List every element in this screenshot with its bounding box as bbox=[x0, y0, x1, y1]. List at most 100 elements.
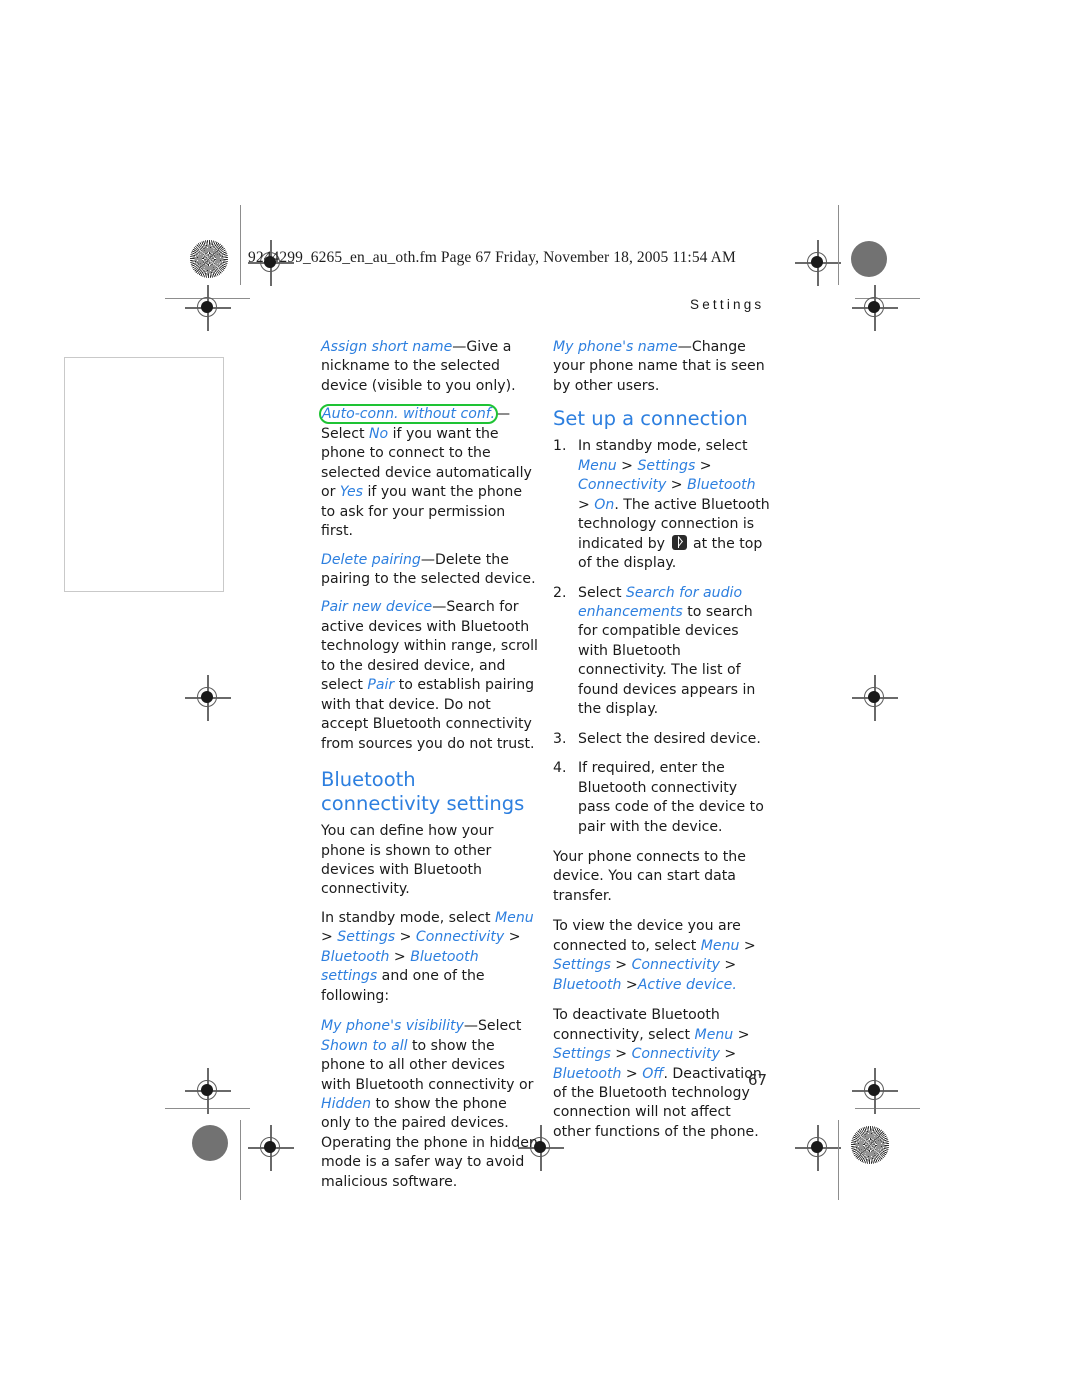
step4-text: If required, enter the Bluetooth connect… bbox=[578, 760, 764, 835]
step1-lead: In standby mode, select bbox=[578, 438, 748, 455]
file-slug-line: 9244299_6265_en_au_oth.fm Page 67 Friday… bbox=[248, 249, 736, 266]
left-text-column: Assign short name—Give a nickname to the… bbox=[319, 338, 539, 1203]
density-patch-top-right bbox=[851, 241, 887, 277]
registration-mark-middle-left bbox=[185, 675, 231, 721]
para-my-phones-name: My phone's name—Change your phone name t… bbox=[553, 338, 771, 396]
deact-sep4: > bbox=[621, 1065, 643, 1082]
deact-settings: Settings bbox=[553, 1046, 611, 1063]
crop-rule-top-right-vertical bbox=[838, 205, 840, 285]
visibility-value-shown-to-all: Shown to all bbox=[321, 1037, 408, 1054]
nav-sep1: > bbox=[321, 929, 338, 946]
step1-sep4: > bbox=[578, 496, 595, 513]
step-number-2: 2. bbox=[553, 584, 567, 601]
deact-bluetooth: Bluetooth bbox=[553, 1065, 622, 1082]
nav-sep3: > bbox=[504, 929, 521, 946]
step3-text: Select the desired device. bbox=[578, 730, 761, 747]
margin-placeholder-box bbox=[64, 357, 224, 592]
deact-off: Off bbox=[642, 1065, 664, 1082]
star-target-top-left bbox=[190, 240, 228, 278]
view-active-device: Active device bbox=[637, 976, 733, 993]
registration-mark-bottom-left bbox=[248, 1125, 294, 1171]
step-item-3: 3. Select the desired device. bbox=[553, 730, 771, 749]
pair-new-value-pair: Pair bbox=[367, 677, 395, 694]
visibility-value-hidden: Hidden bbox=[321, 1095, 372, 1112]
step1-menu: Menu bbox=[578, 457, 617, 474]
para-bluetooth-settings-intro: You can define how your phone is shown t… bbox=[321, 823, 494, 898]
para-my-phones-visibility: My phone's visibility—Select Shown to al… bbox=[321, 1017, 539, 1192]
crop-rule-bottom-left-vertical bbox=[240, 1120, 242, 1200]
registration-mark-upper-left bbox=[185, 285, 231, 331]
para-deactivate-bluetooth: To deactivate Bluetooth connectivity, se… bbox=[553, 1006, 771, 1142]
term-my-phones-visibility: My phone's visibility bbox=[321, 1018, 464, 1035]
registration-mark-upper-right bbox=[852, 285, 898, 331]
term-assign-short-name: Assign short name bbox=[321, 339, 453, 355]
registration-mark-middle-right bbox=[852, 675, 898, 721]
document-page: 9244299_6265_en_au_oth.fm Page 67 Friday… bbox=[0, 0, 1080, 1397]
heading-bluetooth-connectivity-settings: Bluetooth connectivity settings bbox=[321, 768, 525, 816]
step1-bluetooth: Bluetooth bbox=[687, 477, 756, 494]
right-text-column: My phone's name—Change your phone name t… bbox=[553, 338, 771, 1153]
visibility-part1: —Select bbox=[463, 1018, 522, 1035]
nav-sep2: > bbox=[395, 929, 416, 946]
density-patch-bottom-left bbox=[192, 1125, 228, 1161]
registration-mark-bottom-right bbox=[795, 1125, 841, 1171]
step-number-1: 1. bbox=[553, 438, 567, 455]
step-number-4: 4. bbox=[553, 760, 567, 777]
deact-connectivity: Connectivity bbox=[631, 1046, 720, 1063]
para-view-connected-device: To view the device you are connected to,… bbox=[553, 917, 771, 995]
view-tail: . bbox=[732, 976, 737, 993]
crop-rule-bottom-right-vertical bbox=[838, 1120, 840, 1200]
step2-tail: to search for compatible devices with Bl… bbox=[578, 603, 756, 718]
view-sep1: > bbox=[739, 937, 756, 954]
para-pair-new-device: Pair new device—Search for active device… bbox=[321, 598, 539, 754]
nav-lead: In standby mode, select bbox=[321, 909, 496, 926]
step1-connectivity: Connectivity bbox=[578, 477, 667, 494]
para-delete-pairing: Delete pairing—Delete the pairing to the… bbox=[321, 551, 539, 590]
term-my-phones-name: My phone's name bbox=[553, 339, 678, 355]
heading-set-up-a-connection: Set up a connection bbox=[553, 407, 748, 431]
star-target-bottom-right bbox=[851, 1126, 889, 1164]
para-phone-connects: Your phone connects to the device. You c… bbox=[553, 848, 746, 904]
nav-menu: Menu bbox=[495, 909, 534, 926]
step2-lead: Select bbox=[578, 584, 626, 601]
para-auto-conn: Auto-conn. without conf.—Select No if yo… bbox=[319, 404, 539, 541]
nav-sep4: > bbox=[389, 948, 411, 965]
setup-steps-list: 1. In standby mode, select Menu > Setting… bbox=[553, 437, 771, 837]
auto-conn-value-no: No bbox=[368, 425, 389, 442]
view-settings: Settings bbox=[553, 957, 611, 974]
step1-sep1: > bbox=[616, 457, 638, 474]
view-connectivity: Connectivity bbox=[631, 957, 720, 974]
bluetooth-icon bbox=[671, 534, 687, 550]
view-bluetooth: Bluetooth bbox=[553, 976, 622, 993]
step-item-4: 4. If required, enter the Bluetooth conne… bbox=[553, 759, 771, 837]
deact-sep3: > bbox=[719, 1046, 737, 1063]
view-sep4: > bbox=[621, 976, 638, 993]
auto-conn-value-yes: Yes bbox=[339, 484, 363, 501]
nav-connectivity: Connectivity bbox=[415, 929, 505, 946]
term-auto-conn-highlighted: Auto-conn. without conf. bbox=[319, 404, 498, 425]
para-assign-short-name: Assign short name—Give a nickname to the… bbox=[321, 338, 539, 396]
step-number-3: 3. bbox=[553, 730, 567, 747]
view-menu: Menu bbox=[700, 937, 740, 954]
running-header-settings: Settings bbox=[690, 297, 765, 312]
step-item-2: 2. Select Search for audio enhancements t… bbox=[553, 584, 771, 720]
view-sep3: > bbox=[719, 957, 737, 974]
page-number-folio: 67 bbox=[748, 1071, 768, 1089]
nav-settings: Settings bbox=[337, 929, 396, 946]
registration-mark-top-right bbox=[795, 240, 841, 286]
view-sep2: > bbox=[610, 957, 632, 974]
deact-sep1: > bbox=[733, 1026, 750, 1043]
step1-sep3: > bbox=[666, 477, 688, 494]
deact-sep2: > bbox=[610, 1046, 632, 1063]
step1-settings: Settings bbox=[637, 457, 696, 474]
para-bluetooth-settings-nav: In standby mode, select Menu > Settings … bbox=[321, 909, 539, 1006]
term-delete-pairing: Delete pairing bbox=[321, 551, 421, 568]
term-pair-new-device: Pair new device bbox=[321, 599, 433, 616]
nav-bluetooth: Bluetooth bbox=[321, 948, 390, 965]
step1-on: On bbox=[594, 496, 615, 513]
crop-rule-top-left-vertical bbox=[240, 205, 242, 285]
deact-menu: Menu bbox=[694, 1026, 734, 1043]
step-item-1: 1. In standby mode, select Menu > Setting… bbox=[553, 437, 771, 573]
registration-mark-lower-right bbox=[852, 1068, 898, 1114]
step1-sep2: > bbox=[695, 457, 712, 474]
